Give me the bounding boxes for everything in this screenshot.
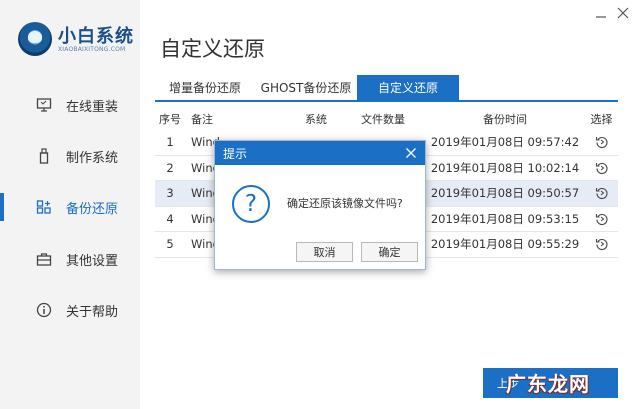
dialog-message: 确定还原该镜像文件吗?	[287, 197, 403, 210]
row-time: 2019年01月08日 09:50:57	[430, 186, 580, 201]
row-index: 1	[166, 135, 174, 150]
sidebar: 小白系统 XIAOBAIXITONG.COM 在线重装 制作系统 备份还原 其他…	[0, 0, 140, 409]
question-icon: ?	[232, 185, 270, 223]
briefcase-icon	[36, 253, 52, 266]
row-index: 4	[166, 211, 174, 226]
dialog-header: 提示	[215, 141, 425, 165]
sidebar-item-backup-restore[interactable]: 备份还原	[0, 187, 140, 227]
row-index: 5	[166, 237, 174, 252]
sidebar-item-about-help[interactable]: 关于帮助	[0, 290, 140, 330]
dialog-close-icon[interactable]	[405, 147, 417, 159]
watermark: 广东龙网	[506, 372, 590, 396]
tab-ghost-restore[interactable]: GHOST备份还原	[255, 75, 357, 100]
col-note-header: 备注	[191, 113, 213, 126]
row-time: 2019年01月08日 10:02:14	[430, 160, 580, 175]
restore-grid-icon	[36, 200, 51, 214]
sidebar-item-label: 关于帮助	[66, 304, 119, 320]
monitor-icon	[36, 98, 52, 112]
row-time: 2019年01月08日 09:57:42	[430, 135, 580, 150]
usb-icon	[39, 148, 49, 164]
row-index: 3	[166, 186, 174, 201]
col-index-header: 序号	[159, 113, 181, 126]
col-select-header: 选择	[590, 113, 613, 126]
restore-icon[interactable]	[595, 186, 609, 200]
logo-mark-icon	[18, 22, 52, 56]
sidebar-item-other-settings[interactable]: 其他设置	[0, 239, 140, 279]
tab-custom-restore[interactable]: 自定义还原	[357, 75, 459, 100]
col-count-header: 文件数量	[361, 113, 405, 126]
tab-bar: 增量备份还原 GHOST备份还原 自定义还原	[155, 75, 618, 102]
cancel-button[interactable]: 取消	[296, 242, 353, 262]
dialog-title: 提示	[223, 146, 248, 161]
page-title: 自定义还原	[160, 37, 265, 61]
minimize-icon[interactable]	[592, 6, 610, 20]
brand-domain: XIAOBAIXITONG.COM	[58, 46, 126, 53]
row-index: 2	[166, 160, 174, 175]
sidebar-item-label: 在线重装	[66, 99, 119, 115]
row-time: 2019年01月08日 09:55:29	[430, 237, 580, 252]
restore-icon[interactable]	[595, 161, 609, 175]
restore-icon[interactable]	[595, 212, 609, 226]
logo: 小白系统 XIAOBAIXITONG.COM	[18, 20, 138, 62]
table-header: 序号 备注 系统 文件数量 备份时间 选择	[155, 108, 618, 130]
info-icon	[36, 302, 52, 318]
confirm-dialog: 提示 ? 确定还原该镜像文件吗? 取消 确定	[214, 140, 426, 270]
brand-name: 小白系统	[58, 26, 134, 47]
sidebar-item-online-install[interactable]: 在线重装	[0, 85, 140, 125]
tab-incremental-restore[interactable]: 增量备份还原	[155, 75, 255, 100]
sidebar-item-label: 其他设置	[66, 253, 119, 269]
sidebar-item-label: 制作系统	[66, 150, 119, 166]
restore-icon[interactable]	[595, 135, 609, 149]
close-icon[interactable]	[614, 6, 632, 20]
col-time-header: 备份时间	[483, 113, 527, 126]
sidebar-item-make-system[interactable]: 制作系统	[0, 136, 140, 176]
sidebar-item-label: 备份还原	[66, 201, 119, 217]
restore-icon[interactable]	[595, 237, 609, 251]
row-time: 2019年01月08日 09:53:15	[430, 211, 580, 226]
col-system-header: 系统	[305, 113, 327, 126]
confirm-button[interactable]: 确定	[361, 242, 418, 262]
